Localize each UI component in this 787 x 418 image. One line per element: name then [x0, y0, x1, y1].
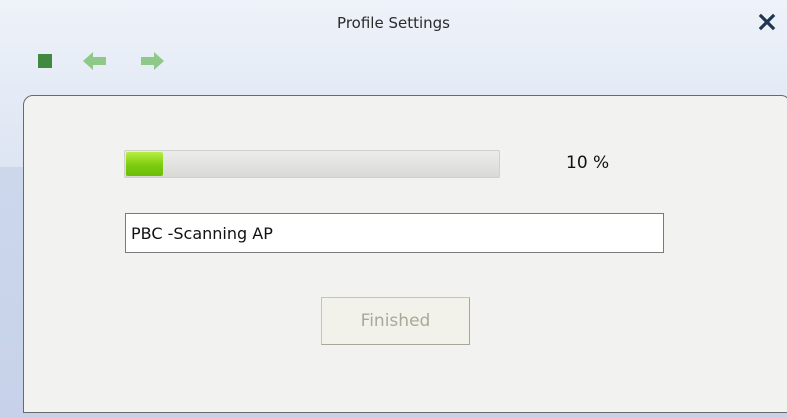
dialog-title: Profile Settings: [337, 14, 450, 32]
profile-settings-dialog: Profile Settings 10 % Finished: [0, 0, 787, 418]
back-button[interactable]: [82, 51, 108, 75]
content-panel: [23, 95, 787, 413]
progress-bar: [124, 150, 500, 178]
forward-arrow-icon: [141, 52, 164, 70]
stop-icon[interactable]: [38, 54, 52, 68]
progress-percent: 10 %: [566, 153, 610, 173]
progress-fill: [126, 152, 163, 176]
forward-button[interactable]: [139, 51, 165, 75]
close-icon: [758, 13, 776, 31]
finished-button[interactable]: Finished: [321, 297, 470, 345]
status-field[interactable]: [125, 213, 664, 253]
close-button[interactable]: [755, 10, 779, 34]
back-arrow-icon: [83, 52, 106, 70]
